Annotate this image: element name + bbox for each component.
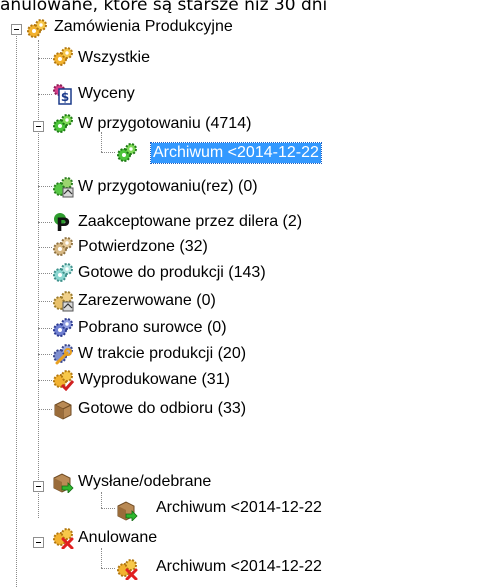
- tree-line: [101, 568, 115, 569]
- tree-line: [38, 409, 52, 410]
- collapse-toggle[interactable]: [33, 481, 44, 492]
- tree-item-label[interactable]: W przygotowaniu(rez) (0): [76, 177, 260, 197]
- package-icon: [52, 398, 74, 420]
- tree-item-label[interactable]: Anulowane: [76, 528, 159, 548]
- tree-item-label[interactable]: Zaakceptowane przez dilera (2): [76, 212, 304, 232]
- tree-item-label[interactable]: Wszystkie: [76, 48, 152, 68]
- tree-line: [101, 492, 102, 508]
- gears-gold-icon: [52, 46, 74, 68]
- tree-line: [101, 508, 115, 509]
- tree-line: [38, 354, 52, 355]
- tree-line: [38, 40, 39, 518]
- gears-gold-icon: [26, 18, 48, 40]
- collapse-toggle[interactable]: [33, 121, 44, 132]
- gears-tan-icon: [52, 236, 74, 258]
- tree-line: [38, 247, 52, 248]
- tree-root-label[interactable]: Zamówienia Produkcyjne: [52, 17, 235, 37]
- tree-item-label-selected[interactable]: Archiwum <2014-12-22: [150, 142, 322, 164]
- collapse-toggle[interactable]: [33, 537, 44, 548]
- tree-item-label[interactable]: Gotowe do odbioru (33): [76, 399, 248, 419]
- gears-reserved-icon: [52, 290, 74, 312]
- gears-reserved-icon: [52, 176, 74, 198]
- tree-item-label[interactable]: Wyceny: [76, 84, 137, 104]
- tree-item-label[interactable]: Pobrano surowce (0): [76, 318, 229, 338]
- parking-p-icon: P: [52, 211, 74, 233]
- tree-item-label[interactable]: Gotowe do produkcji (143): [76, 263, 268, 283]
- tree-item-label[interactable]: Wysłane/odebrane: [76, 472, 213, 492]
- tree-line: [38, 186, 52, 187]
- gears-check-icon: [52, 369, 74, 391]
- tree-item-label[interactable]: W trakcie produkcji (20): [76, 344, 248, 364]
- tree-item-label[interactable]: Zarezerwowane (0): [76, 291, 218, 311]
- tree-line: [38, 380, 52, 381]
- tree-line: [101, 132, 102, 152]
- svg-text:P: P: [56, 214, 70, 233]
- collapse-toggle[interactable]: [11, 24, 22, 35]
- gears-green-icon: [52, 113, 74, 135]
- tree-line: [38, 222, 52, 223]
- tree-item-label[interactable]: Potwierdzone (32): [76, 237, 210, 257]
- tree-item-label[interactable]: Archiwum <2014-12-22: [154, 498, 324, 518]
- tree-line: [101, 548, 102, 568]
- package-arrow-icon: [116, 499, 138, 521]
- gears-wrench-icon: [52, 343, 74, 365]
- tree-line: [38, 58, 52, 59]
- package-arrow-icon: [52, 471, 74, 493]
- svg-text:$: $: [61, 90, 69, 104]
- tree-line: [38, 301, 52, 302]
- gears-cancel-icon: [52, 527, 74, 549]
- tree-line: [101, 152, 115, 153]
- tree-line: [38, 273, 52, 274]
- tree-line: [38, 94, 52, 95]
- tree-line: [38, 328, 52, 329]
- tree-line: [16, 36, 17, 587]
- tree-item-label[interactable]: Wyprodukowane (31): [76, 370, 232, 390]
- orders-tree[interactable]: Zamówienia Produkcyjne Wszystkie $ Wycen…: [0, 0, 498, 587]
- gears-teal-icon: [52, 262, 74, 284]
- gears-green-icon: [116, 142, 138, 164]
- gears-cancel-icon: [116, 558, 138, 580]
- tree-item-label[interactable]: W przygotowaniu (4714): [76, 114, 253, 134]
- price-document-icon: $: [52, 83, 74, 105]
- gears-blue-icon: [52, 317, 74, 339]
- tree-item-label[interactable]: Archiwum <2014-12-22: [154, 557, 324, 577]
